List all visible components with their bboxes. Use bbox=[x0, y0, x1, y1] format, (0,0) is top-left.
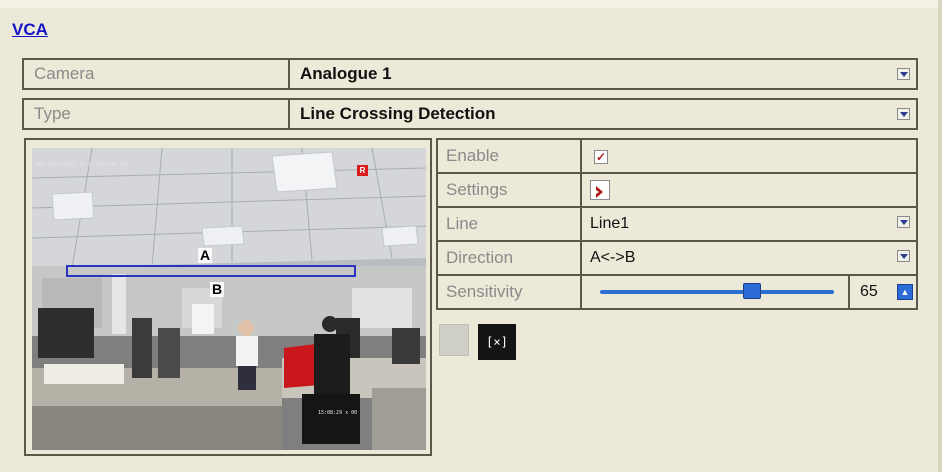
direction-select[interactable]: A<->B bbox=[582, 242, 916, 274]
direction-row: Direction A<->B bbox=[438, 242, 916, 276]
enable-checkbox[interactable]: ✓ bbox=[594, 150, 608, 164]
crossing-line-box[interactable] bbox=[66, 265, 356, 277]
clear-line-icon[interactable] bbox=[439, 324, 469, 356]
line-select[interactable]: Line1 bbox=[582, 208, 916, 240]
type-row: Type Line Crossing Detection bbox=[22, 98, 918, 130]
settings-grid: Enable ✓ Settings Line Line1 Direction A… bbox=[436, 138, 918, 310]
draw-area-icon[interactable]: [×] bbox=[478, 324, 516, 360]
enable-label: Enable bbox=[438, 140, 582, 172]
top-strip bbox=[0, 0, 942, 8]
line-label-b: B bbox=[210, 281, 225, 297]
chevron-down-icon[interactable] bbox=[897, 216, 910, 228]
sensitivity-label: Sensitivity bbox=[438, 276, 582, 308]
settings-label: Settings bbox=[438, 174, 582, 206]
sensitivity-slider-handle[interactable] bbox=[743, 283, 762, 299]
osd-date-text: 03-05-2021 Fri 10:20:09 bbox=[36, 162, 129, 168]
sensitivity-value: 65 bbox=[860, 283, 878, 300]
sensitivity-cell: 65 ▲ bbox=[582, 276, 916, 308]
line-label: Line bbox=[438, 208, 582, 240]
camera-value: Analogue 1 bbox=[300, 64, 392, 83]
camera-label: Camera bbox=[24, 60, 290, 88]
enable-cell: ✓ bbox=[582, 140, 916, 172]
settings-button[interactable] bbox=[590, 180, 610, 200]
chevron-right-icon bbox=[596, 186, 603, 198]
line-value: Line1 bbox=[590, 215, 630, 232]
preview-frame: 03-05-2021 Fri 10:20:09 R A B 15:08:29 x… bbox=[24, 138, 432, 456]
chevron-down-icon[interactable] bbox=[897, 108, 910, 120]
line-row: Line Line1 bbox=[438, 208, 916, 242]
sensitivity-spinbox[interactable]: 65 ▲ bbox=[848, 276, 916, 308]
spinner-icon[interactable]: ▲ bbox=[897, 284, 913, 300]
camera-preview[interactable]: 03-05-2021 Fri 10:20:09 R A B 15:08:29 x… bbox=[32, 148, 426, 450]
sensitivity-row: Sensitivity 65 ▲ bbox=[438, 276, 916, 308]
camera-select[interactable]: Analogue 1 bbox=[290, 60, 916, 88]
enable-row: Enable ✓ bbox=[438, 140, 916, 174]
vca-panel: VCA Camera Analogue 1 Type Line Crossing… bbox=[0, 0, 942, 472]
page-title[interactable]: VCA bbox=[12, 20, 48, 40]
settings-row: Settings bbox=[438, 174, 916, 208]
camera-row: Camera Analogue 1 bbox=[22, 58, 918, 90]
settings-cell bbox=[582, 174, 916, 206]
office-scene bbox=[32, 148, 426, 450]
line-label-a: A bbox=[198, 247, 213, 263]
type-select[interactable]: Line Crossing Detection bbox=[290, 100, 916, 128]
right-edge bbox=[938, 0, 942, 472]
direction-value: A<->B bbox=[590, 249, 636, 266]
direction-label: Direction bbox=[438, 242, 582, 274]
type-value: Line Crossing Detection bbox=[300, 104, 496, 123]
chevron-down-icon[interactable] bbox=[897, 250, 910, 262]
record-badge: R bbox=[357, 165, 368, 176]
chevron-down-icon[interactable] bbox=[897, 68, 910, 80]
sensitivity-slider-track[interactable] bbox=[600, 290, 834, 294]
type-label: Type bbox=[24, 100, 290, 128]
osd-time-text: 15:08:29 x 00 bbox=[318, 410, 358, 416]
